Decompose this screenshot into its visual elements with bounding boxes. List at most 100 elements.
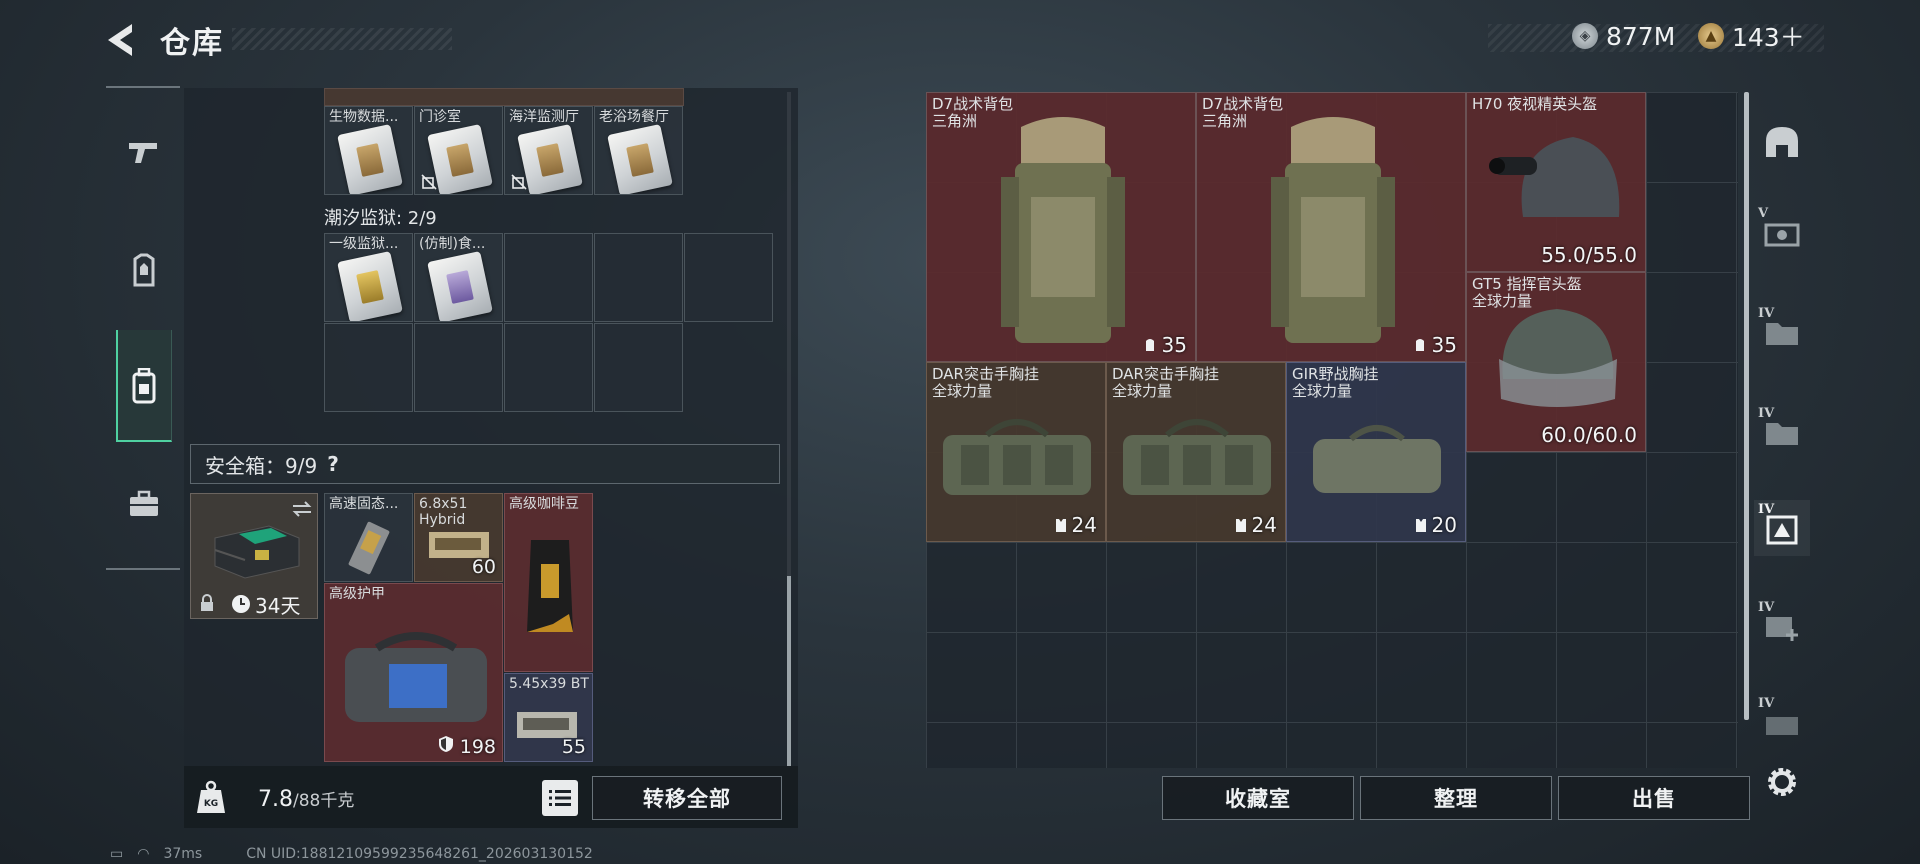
pistol-icon: [129, 143, 157, 163]
sell-button[interactable]: 出售: [1558, 776, 1750, 820]
helmet-image: [1489, 137, 1620, 217]
tab-backpack[interactable]: [116, 354, 172, 418]
vest-capacity-icon: [1055, 519, 1066, 532]
coffee-bag-image: [527, 540, 573, 632]
filter-tier4-box[interactable]: IV: [1754, 694, 1810, 750]
safe-case-item[interactable]: 34天: [190, 493, 318, 619]
stash-item-backpack[interactable]: D7战术背包 三角洲 35: [926, 92, 1196, 362]
tab-weapons[interactable]: [116, 120, 172, 184]
ssd-image: [348, 521, 390, 575]
vest-capacity-icon: [1235, 519, 1246, 532]
unbound-icon: [421, 174, 437, 190]
item-ammo-5-45[interactable]: 5.45x39 BT 55: [504, 673, 593, 762]
chest-rig-image: [1313, 425, 1441, 493]
item-ammo-6-8[interactable]: 6.8x51 Hybrid 60: [414, 493, 503, 582]
safe-case-image: [214, 525, 300, 579]
transfer-all-button[interactable]: 转移全部: [592, 776, 782, 820]
lock-icon: [201, 594, 213, 611]
currency-silver: ◈ 877M: [1572, 20, 1675, 52]
currency-gold[interactable]: ▲ 143＋: [1698, 20, 1805, 52]
chest-rig-image: [943, 419, 1091, 495]
gold-coin-icon: ▲: [1698, 23, 1724, 49]
empty-slot[interactable]: [594, 323, 683, 412]
weight-value: 7.8: [258, 787, 293, 812]
keycard-slot[interactable]: 生物数据...: [324, 106, 413, 195]
weight-capacity: /88千克: [293, 791, 355, 811]
stash-item-chest-rig-gir[interactable]: GIR野战胸挂 全球力量 20: [1286, 362, 1466, 542]
ping-text: 37ms: [163, 846, 203, 862]
helmet-filter-icon: [1766, 127, 1798, 157]
settings-gear-icon: [1768, 768, 1796, 796]
clock-icon: [232, 595, 250, 613]
safe-box-header: 安全箱：9/9 ?: [190, 444, 780, 484]
gold-amount: 143＋: [1732, 23, 1805, 52]
keycard-slot[interactable]: (仿制)食...: [414, 233, 503, 322]
rail-bottom-line: [106, 568, 180, 570]
sort-button[interactable]: 整理: [1360, 776, 1552, 820]
keycard-slot[interactable]: 老浴场餐厅: [594, 106, 683, 195]
armor-shield-icon: [438, 736, 453, 752]
empty-slot[interactable]: [414, 323, 503, 412]
empty-slot[interactable]: [504, 233, 593, 322]
capacity-icon: [1145, 339, 1154, 351]
keycard-slot[interactable]: 海洋监测厅: [504, 106, 593, 195]
item-premium-armor[interactable]: 高级护甲 198: [324, 583, 503, 762]
capacity-icon: [1415, 339, 1424, 351]
stash-item-helmet-h70[interactable]: H70 夜视精英头盔 55.0/55.0: [1466, 92, 1646, 272]
backpack-image: [1271, 117, 1395, 343]
filter-tier4-a[interactable]: IV: [1754, 304, 1810, 360]
settings-button[interactable]: [1754, 754, 1810, 810]
empty-slot[interactable]: [504, 323, 593, 412]
filter-tier5[interactable]: V: [1754, 204, 1810, 260]
safe-case-icon: [130, 490, 158, 516]
silver-coin-icon: ◈: [1572, 23, 1598, 49]
stash-item-chest-rig-dar[interactable]: DAR突击手胸挂 全球力量 24: [926, 362, 1106, 542]
battery-icon: ▭: [110, 846, 124, 862]
silver-amount: 877M: [1606, 21, 1676, 51]
rail-top-line: [106, 86, 180, 88]
empty-slot[interactable]: [324, 323, 413, 412]
list-view-button[interactable]: [542, 780, 578, 816]
vest-capacity-icon: [1415, 519, 1426, 532]
backpack-icon: [132, 368, 156, 404]
stash-item-backpack[interactable]: D7战术背包 三角洲 35: [1196, 92, 1466, 362]
keycard-slot[interactable]: 门诊室: [414, 106, 503, 195]
keycard-slot[interactable]: 一级监狱...: [324, 233, 413, 322]
armor-durability: 198: [438, 735, 496, 758]
collection-room-button[interactable]: 收藏室: [1162, 776, 1354, 820]
help-icon[interactable]: ?: [327, 452, 339, 476]
status-bar: ▭ ◠ 37ms CN UID:18812109599235648261_202…: [110, 846, 593, 862]
back-arrow-icon[interactable]: [104, 20, 144, 60]
safe-box-label: 安全箱：9/9: [205, 453, 318, 478]
item-ssd[interactable]: 高速固态...: [324, 493, 413, 582]
wifi-icon: ◠: [137, 846, 150, 862]
armor-bag-image: [345, 632, 487, 722]
swap-icon[interactable]: [291, 500, 313, 518]
tab-safe-case[interactable]: [116, 472, 172, 536]
stash-item-chest-rig-dar[interactable]: DAR突击手胸挂 全球力量 24: [1106, 362, 1286, 542]
svg-text:KG: KG: [204, 799, 218, 809]
filter-helmet[interactable]: [1754, 114, 1810, 170]
stash-item-helmet-gt5[interactable]: GT5 指挥官头盔 全球力量 60.0/60.0: [1466, 272, 1646, 452]
empty-slot[interactable]: [594, 233, 683, 322]
left-scroll-thumb[interactable]: [787, 576, 791, 766]
tab-chest-rig[interactable]: [116, 238, 172, 302]
item-coffee-beans[interactable]: 高级咖啡豆: [504, 493, 593, 672]
chest-rig-icon: [133, 253, 155, 287]
uid-text: CN UID:18812109599235648261_202603130152: [246, 846, 593, 862]
page-title: 仓库: [160, 26, 224, 61]
filter-tier4-b[interactable]: IV: [1754, 404, 1810, 460]
weight-icon: KG: [197, 780, 225, 813]
safe-days-left: 34天: [255, 594, 301, 618]
chest-rig-image: [1123, 419, 1271, 495]
list-icon: [549, 790, 571, 806]
title-decoration: [232, 28, 452, 50]
filter-tier4-add[interactable]: IV: [1754, 598, 1810, 654]
helmet-image: [1499, 309, 1617, 407]
unbound-icon: [511, 174, 527, 190]
backpack-image: [1001, 117, 1125, 343]
empty-slot[interactable]: [684, 233, 773, 322]
partial-row-top: [324, 88, 684, 106]
stash-scrollbar[interactable]: [1744, 92, 1749, 720]
filter-tier4-selected[interactable]: IV: [1754, 500, 1810, 556]
